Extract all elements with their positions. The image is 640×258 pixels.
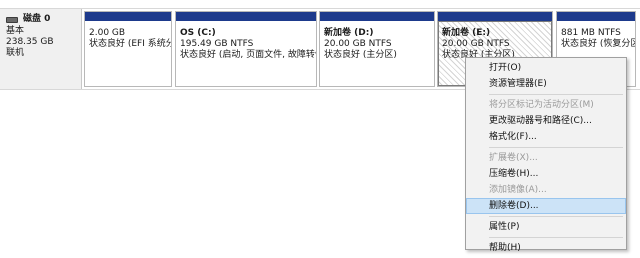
context-menu: 打开(O) 资源管理器(E) 将分区标记为活动分区(M) 更改驱动器号和路径(C… xyxy=(465,57,627,253)
menu-separator xyxy=(489,147,623,148)
partition-name: 新加卷 (E:) xyxy=(442,28,491,38)
partition-header-bar xyxy=(176,12,316,21)
partition-c[interactable]: OS (C:) 195.49 GB NTFS 状态良好 (启动, 页面文件, 故… xyxy=(175,11,317,87)
disk-name: 磁盘 0 xyxy=(23,14,51,24)
menu-item-extend-volume[interactable]: 扩展卷(X)... xyxy=(466,150,626,166)
partition-size: 881 MB NTFS xyxy=(561,28,621,38)
partition-size: 195.49 GB NTFS xyxy=(180,39,254,49)
menu-item-add-mirror[interactable]: 添加镜像(A)... xyxy=(466,182,626,198)
menu-item-properties[interactable]: 属性(P) xyxy=(466,219,626,235)
menu-item-change-drive-letter[interactable]: 更改驱动器号和路径(C)... xyxy=(466,113,626,129)
menu-item-open[interactable]: 打开(O) xyxy=(466,60,626,76)
partition-d[interactable]: 新加卷 (D:) 20.00 GB NTFS 状态良好 (主分区) xyxy=(319,11,435,87)
partition-name: 新加卷 (D:) xyxy=(324,28,374,38)
menu-separator xyxy=(489,216,623,217)
partition-header-bar xyxy=(85,12,171,21)
menu-item-mark-active[interactable]: 将分区标记为活动分区(M) xyxy=(466,97,626,113)
partition-status: 状态良好 (启动, 页面文件, 故障转储 xyxy=(180,50,316,60)
partition-status: 状态良好 (恢复分区) xyxy=(561,39,635,49)
disk-status: 联机 xyxy=(6,48,25,58)
partition-header-bar xyxy=(438,12,552,21)
menu-separator xyxy=(489,237,623,238)
partition-efi[interactable]: 2.00 GB 状态良好 (EFI 系统分 xyxy=(84,11,172,87)
menu-item-format[interactable]: 格式化(F)... xyxy=(466,129,626,145)
disk-info-panel[interactable]: 磁盘 0 基本 238.35 GB 联机 xyxy=(0,9,82,89)
disk-title: 磁盘 0 xyxy=(6,14,81,25)
menu-item-delete-volume[interactable]: 删除卷(D)... xyxy=(466,198,626,214)
disk-size: 238.35 GB xyxy=(6,37,54,47)
hard-disk-icon xyxy=(6,16,18,23)
partition-size: 20.00 GB NTFS xyxy=(442,39,510,49)
partition-header-bar xyxy=(320,12,434,21)
partition-name: OS (C:) xyxy=(180,28,216,38)
menu-item-help[interactable]: 帮助(H) xyxy=(466,240,626,256)
disk-management-view: 磁盘 0 基本 238.35 GB 联机 2.00 GB 状态良好 (EFI 系… xyxy=(0,0,640,258)
menu-separator xyxy=(489,94,623,95)
partition-header-bar xyxy=(557,12,635,21)
partition-size: 20.00 GB NTFS xyxy=(324,39,392,49)
partition-status: 状态良好 (主分区) xyxy=(324,50,397,60)
partition-status: 状态良好 (EFI 系统分 xyxy=(89,39,171,49)
menu-item-shrink-volume[interactable]: 压缩卷(H)... xyxy=(466,166,626,182)
disk-type: 基本 xyxy=(6,26,25,36)
partition-size: 2.00 GB xyxy=(89,28,126,38)
menu-item-explorer[interactable]: 资源管理器(E) xyxy=(466,76,626,92)
